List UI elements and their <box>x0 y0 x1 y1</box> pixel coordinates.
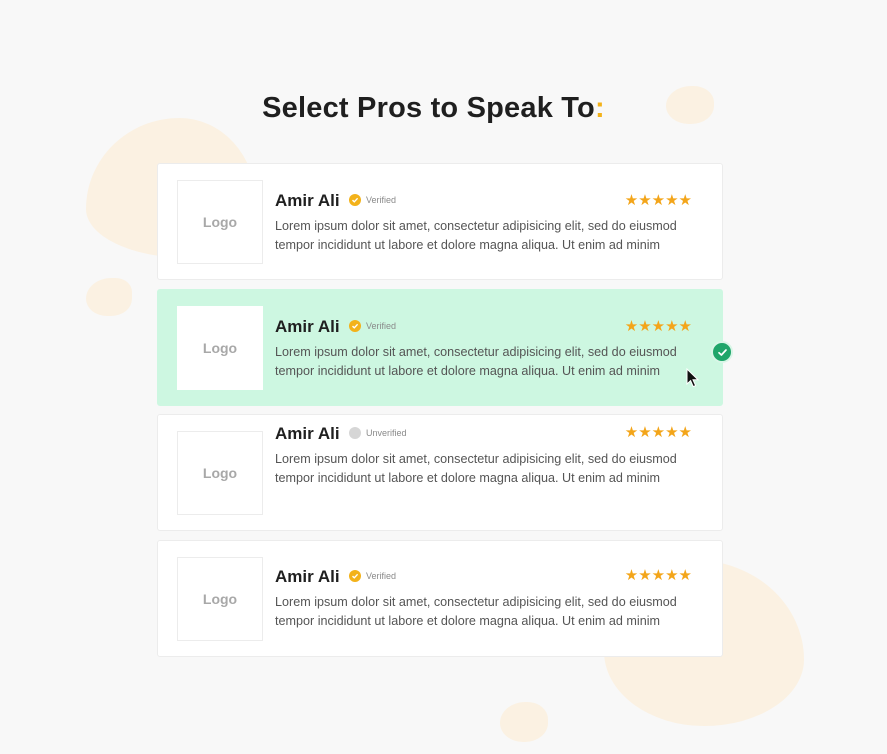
page-title-text: Select Pros to Speak To <box>262 92 595 124</box>
pro-card[interactable]: Logo Amir Ali Unverified ★★★★★ Lorem ips… <box>157 414 723 531</box>
check-badge-icon <box>349 570 361 582</box>
star-rating: ★★★★★ <box>624 192 692 209</box>
page-title: Select Pros to Speak To: <box>0 92 867 125</box>
verified-badge: Verified <box>349 320 396 332</box>
pro-card-selected[interactable]: Logo Amir Ali Verified ★★★★★ Lorem ipsum… <box>157 289 723 406</box>
pro-logo: Logo <box>177 306 263 390</box>
pro-card[interactable]: Logo Amir Ali Verified ★★★★★ Lorem ipsum… <box>157 163 723 280</box>
check-badge-icon <box>349 194 361 206</box>
pro-name: Amir Ali <box>275 424 340 443</box>
verified-label: Verified <box>366 571 397 581</box>
pro-card[interactable]: Logo Amir Ali Verified ★★★★★ Lorem ipsum… <box>157 540 723 657</box>
pro-logo: Logo <box>177 557 263 641</box>
pro-name: Amir Ali <box>275 191 340 210</box>
pro-name: Amir Ali <box>275 567 340 586</box>
background-blob <box>500 702 548 742</box>
verified-badge: Verified <box>349 570 396 582</box>
unverified-badge-icon <box>349 427 361 439</box>
pro-description: Lorem ipsum dolor sit amet, consectetur … <box>275 595 677 628</box>
unverified-label: Unverified <box>366 428 407 438</box>
star-rating: ★★★★★ <box>624 424 692 441</box>
title-colon: : <box>594 92 605 124</box>
mouse-pointer-icon <box>686 367 700 393</box>
star-rating: ★★★★★ <box>624 567 692 584</box>
pro-name: Amir Ali <box>275 317 340 336</box>
pro-description: Lorem ipsum dolor sit amet, consectetur … <box>275 452 677 485</box>
pro-description: Lorem ipsum dolor sit amet, consectetur … <box>275 219 677 252</box>
verified-label: Verified <box>366 321 397 331</box>
pro-logo: Logo <box>177 431 263 515</box>
check-badge-icon <box>349 320 361 332</box>
verified-badge: Verified <box>349 194 396 206</box>
pro-logo: Logo <box>177 180 263 264</box>
unverified-badge: Unverified <box>349 427 407 439</box>
check-circle-icon[interactable] <box>711 341 733 363</box>
pro-description: Lorem ipsum dolor sit amet, consectetur … <box>275 345 677 378</box>
background-blob <box>86 278 132 316</box>
verified-label: Verified <box>366 195 397 205</box>
star-rating: ★★★★★ <box>624 318 692 335</box>
